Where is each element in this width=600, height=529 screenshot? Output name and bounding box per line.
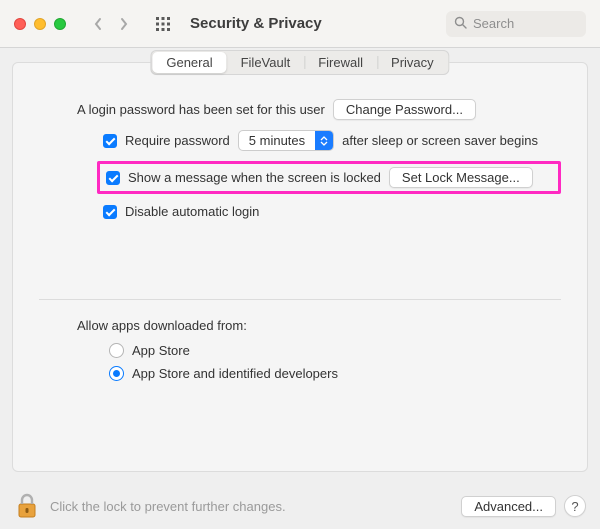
allow-apps-radio-identified[interactable] xyxy=(109,366,124,381)
tab-content-general: A login password has been set for this u… xyxy=(13,63,587,405)
tab-filevault[interactable]: FileVault xyxy=(227,52,305,73)
lock-button[interactable] xyxy=(14,493,40,519)
search-field[interactable] xyxy=(446,11,586,37)
lock-icon xyxy=(16,493,38,519)
advanced-button[interactable]: Advanced... xyxy=(461,496,556,517)
window-title: Security & Privacy xyxy=(190,15,322,32)
nav-arrows xyxy=(88,12,134,36)
password-set-text: A login password has been set for this u… xyxy=(77,102,325,117)
set-lock-message-button[interactable]: Set Lock Message... xyxy=(389,167,533,188)
password-set-row: A login password has been set for this u… xyxy=(77,99,561,120)
chevron-left-icon xyxy=(93,17,103,31)
divider xyxy=(39,299,561,300)
minimize-window-button[interactable] xyxy=(34,18,46,30)
zoom-window-button[interactable] xyxy=(54,18,66,30)
footer: Click the lock to prevent further change… xyxy=(0,483,600,529)
tab-bar: General FileVault Firewall Privacy xyxy=(150,50,449,75)
tab-firewall[interactable]: Firewall xyxy=(304,52,377,73)
search-icon xyxy=(454,16,467,32)
back-button[interactable] xyxy=(88,12,108,36)
help-button[interactable]: ? xyxy=(564,495,586,517)
lock-hint-text: Click the lock to prevent further change… xyxy=(50,499,286,514)
tab-privacy[interactable]: Privacy xyxy=(377,52,448,73)
close-window-button[interactable] xyxy=(14,18,26,30)
lock-message-row: Show a message when the screen is locked… xyxy=(97,161,561,194)
require-password-delay-select[interactable]: 5 minutes xyxy=(238,130,334,151)
allow-apps-identified-label: App Store and identified developers xyxy=(132,366,338,381)
search-input[interactable] xyxy=(473,16,578,31)
change-password-button[interactable]: Change Password... xyxy=(333,99,476,120)
allow-apps-option-identified: App Store and identified developers xyxy=(109,366,561,381)
show-all-button[interactable] xyxy=(154,15,172,33)
require-password-label-after: after sleep or screen saver begins xyxy=(342,133,538,148)
lock-message-label: Show a message when the screen is locked xyxy=(128,170,381,185)
window-controls xyxy=(14,18,66,30)
allow-apps-appstore-label: App Store xyxy=(132,343,190,358)
lock-message-checkbox[interactable] xyxy=(106,171,120,185)
require-password-row: Require password 5 minutes after sleep o… xyxy=(103,130,561,151)
allow-apps-label: Allow apps downloaded from: xyxy=(77,318,561,333)
disable-auto-login-checkbox[interactable] xyxy=(103,205,117,219)
tab-general[interactable]: General xyxy=(152,52,226,73)
allow-apps-option-appstore: App Store xyxy=(109,343,561,358)
titlebar: Security & Privacy xyxy=(0,0,600,48)
main-panel: General FileVault Firewall Privacy A log… xyxy=(12,62,588,472)
updown-chevron-icon xyxy=(315,131,333,150)
require-password-delay-value: 5 minutes xyxy=(239,133,315,148)
allow-apps-radio-appstore[interactable] xyxy=(109,343,124,358)
disable-auto-login-row: Disable automatic login xyxy=(103,204,561,219)
forward-button[interactable] xyxy=(114,12,134,36)
chevron-right-icon xyxy=(119,17,129,31)
disable-auto-login-label: Disable automatic login xyxy=(125,204,259,219)
require-password-label-before: Require password xyxy=(125,133,230,148)
grid-icon xyxy=(156,17,170,31)
require-password-checkbox[interactable] xyxy=(103,134,117,148)
